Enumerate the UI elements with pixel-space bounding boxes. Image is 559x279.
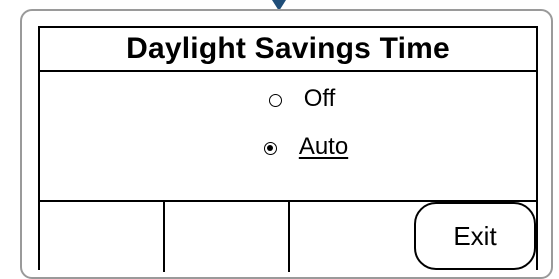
option-off[interactable]: Off [54, 84, 550, 114]
radio-selected-icon[interactable] [263, 141, 277, 155]
radio-unselected-icon[interactable] [268, 93, 282, 107]
softkey-3[interactable] [290, 202, 414, 272]
softkey-bar: Exit [40, 200, 536, 272]
screen-title: Daylight Savings Time [40, 28, 536, 72]
softkey-1[interactable] [40, 202, 165, 272]
option-off-label: Off [303, 85, 336, 112]
option-auto-label: Auto [298, 133, 349, 160]
display-screen: Daylight Savings Time Off Auto Exit [38, 26, 538, 272]
option-auto[interactable]: Auto [58, 132, 554, 162]
softkey-2[interactable] [165, 202, 290, 272]
exit-button[interactable]: Exit [414, 202, 536, 270]
